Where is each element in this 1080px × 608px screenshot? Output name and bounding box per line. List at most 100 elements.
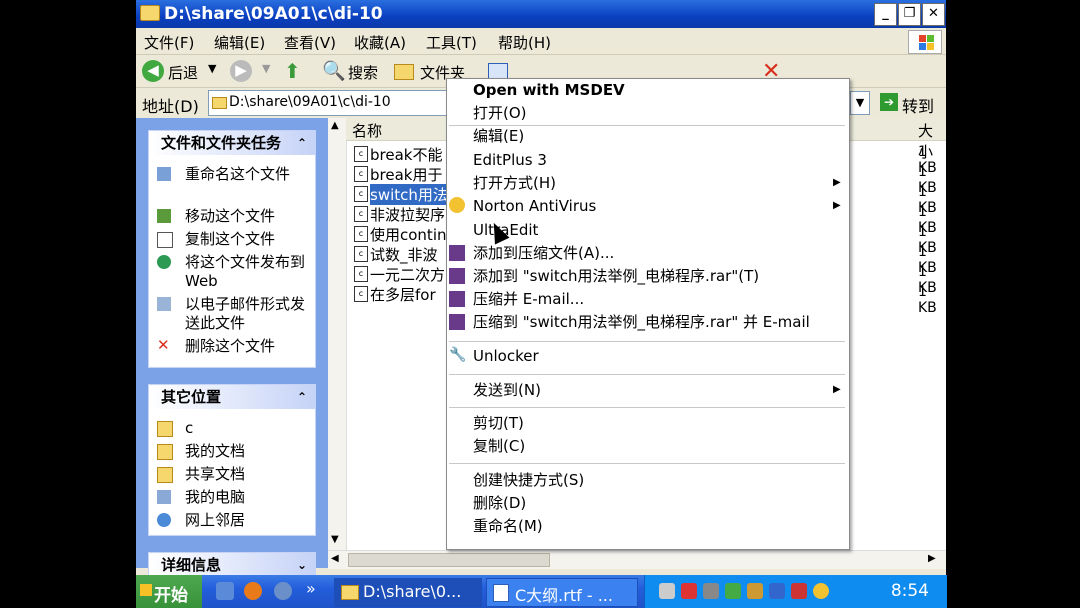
menu-editplus[interactable]: EditPlus 3 (473, 149, 547, 171)
name-column-header[interactable]: 名称 (352, 120, 382, 141)
clock[interactable]: 8:54 (891, 581, 929, 601)
volume-icon[interactable] (703, 583, 719, 599)
other-places-header[interactable]: 其它位置 ⌃ (149, 385, 315, 409)
menu-tools[interactable]: 工具(T) (426, 32, 477, 53)
up-folder-icon[interactable]: ⬆ (284, 59, 301, 83)
maximize-button[interactable]: ❐ (898, 3, 921, 26)
search-icon[interactable]: 🔍 (322, 59, 346, 82)
c-file-icon: c (354, 266, 368, 282)
folders-icon[interactable] (394, 64, 414, 80)
menu-edit[interactable]: 编辑(E) (473, 125, 524, 147)
menu-norton-antivirus[interactable]: Norton AntiVirus (473, 195, 842, 217)
scroll-right-icon[interactable]: ▶ (928, 553, 936, 564)
taskbar-explorer-label: D:\share\0... (363, 582, 462, 601)
scroll-thumb[interactable] (348, 553, 550, 567)
file-tasks-panel: 文件和文件夹任务 ⌃ 重命名这个文件 移动这个文件 复制这个文件 将这个文件发布到… (148, 130, 316, 368)
menu-separator (449, 463, 845, 464)
forward-dropdown-icon[interactable]: ▼ (262, 62, 270, 75)
window-title: D:\share\09A01\c\di-10 (164, 4, 383, 24)
back-icon[interactable]: ◀ (142, 60, 164, 82)
firefox-icon[interactable] (244, 582, 262, 600)
collapse-icon[interactable]: ⌃ (297, 131, 307, 155)
display-icon[interactable] (769, 583, 785, 599)
norton-tray-icon[interactable] (813, 583, 829, 599)
expand-icon[interactable]: ⌄ (297, 553, 307, 577)
back-button[interactable]: 后退 (168, 62, 198, 83)
menu-compress-to-rar-email[interactable]: 压缩到 "switch用法举例_电梯程序.rar" 并 E-mail (473, 311, 810, 333)
quicklaunch-icon[interactable] (216, 582, 234, 600)
start-button[interactable]: 开始 (136, 575, 202, 608)
address-value: D:\share\09A01\c\di-10 (229, 94, 391, 110)
taskbar-explorer[interactable]: D:\share\0... (334, 578, 482, 607)
menu-open-with-msdev[interactable]: Open with MSDEV (473, 79, 625, 101)
menu-add-to-archive[interactable]: 添加到压缩文件(A)... (473, 242, 614, 264)
menu-separator (449, 341, 845, 342)
menu-edit[interactable]: 编辑(E) (214, 32, 265, 53)
c-file-icon: c (354, 206, 368, 222)
taskbar-word[interactable]: C大纲.rtf - ... (486, 578, 638, 607)
scroll-left-icon[interactable]: ◀ (331, 553, 339, 564)
taskbar-word-label: C大纲.rtf - ... (515, 586, 613, 605)
other-places-panel: 其它位置 ⌃ c 我的文档 共享文档 我的电脑 网上邻居 (148, 384, 316, 536)
menu-file[interactable]: 文件(F) (144, 32, 194, 53)
vertical-scrollbar[interactable]: ▲ ▼ (328, 118, 347, 550)
menu-view[interactable]: 查看(V) (284, 32, 336, 53)
move-icon (157, 209, 171, 223)
menu-separator (449, 407, 845, 408)
menu-rename[interactable]: 重命名(M) (473, 515, 543, 537)
menu-bar: 文件(F) 编辑(E) 查看(V) 收藏(A) 工具(T) 帮助(H) (136, 28, 946, 55)
menu-open[interactable]: 打开(O) (473, 102, 527, 124)
unlocker-icon: 🔧 (449, 347, 467, 363)
network-icon[interactable] (681, 583, 697, 599)
go-icon[interactable]: ➔ (880, 93, 898, 111)
menu-separator (449, 374, 845, 375)
title-bar[interactable]: D:\share\09A01\c\di-10 _ ❐ ✕ (136, 0, 946, 28)
menu-create-shortcut[interactable]: 创建快捷方式(S) (473, 469, 584, 491)
media-player-icon[interactable] (274, 582, 292, 600)
search-button[interactable]: 搜索 (348, 62, 378, 83)
file-size: 1 KB (918, 284, 937, 316)
file-tasks-header[interactable]: 文件和文件夹任务 ⌃ (149, 131, 315, 155)
globe-icon (157, 255, 171, 269)
menu-copy[interactable]: 复制(C) (473, 435, 525, 457)
forward-icon[interactable]: ▶ (230, 60, 252, 82)
scroll-up-icon[interactable]: ▲ (331, 120, 339, 131)
tool-icon[interactable] (747, 583, 763, 599)
menu-add-to-rar[interactable]: 添加到 "switch用法举例_电梯程序.rar"(T) (473, 265, 759, 287)
antivirus-icon[interactable] (725, 583, 741, 599)
other-places-title: 其它位置 (161, 388, 222, 406)
menu-delete[interactable]: 删除(D) (473, 492, 526, 514)
scroll-down-icon[interactable]: ▼ (331, 534, 339, 545)
menu-send-to[interactable]: 发送到(N) (473, 379, 840, 401)
shield-icon[interactable] (791, 583, 807, 599)
computer-icon (157, 490, 171, 504)
folder-icon (140, 5, 160, 21)
copy-icon (157, 232, 173, 248)
system-tray: 8:54 (644, 575, 947, 608)
menu-help[interactable]: 帮助(H) (498, 32, 551, 53)
menu-favorites[interactable]: 收藏(A) (354, 32, 406, 53)
document-icon (493, 584, 509, 602)
folder-icon (341, 585, 359, 600)
menu-cut[interactable]: 剪切(T) (473, 412, 524, 434)
views-icon[interactable] (488, 63, 508, 79)
details-title: 详细信息 (161, 556, 222, 574)
task-pane: 文件和文件夹任务 ⌃ 重命名这个文件 移动这个文件 复制这个文件 将这个文件发布到… (136, 118, 328, 594)
back-dropdown-icon[interactable]: ▼ (208, 62, 216, 75)
address-dropdown-icon[interactable]: ▼ (850, 91, 870, 115)
minimize-button[interactable]: _ (874, 3, 897, 26)
horizontal-scrollbar[interactable]: ◀ ▶ (328, 550, 946, 569)
go-button[interactable]: 转到 (902, 93, 934, 117)
menu-compress-email[interactable]: 压缩并 E-mail... (473, 288, 584, 310)
menu-open-with[interactable]: 打开方式(H) (473, 172, 841, 194)
close-button[interactable]: ✕ (922, 3, 945, 26)
address-label: 地址(D) (142, 97, 199, 116)
windows-flag-icon (140, 584, 152, 596)
chevron-right-icon[interactable]: » (306, 579, 316, 598)
collapse-icon[interactable]: ⌃ (297, 385, 307, 409)
c-file-icon: c (354, 166, 368, 182)
keyboard-icon[interactable] (659, 583, 675, 599)
menu-unlocker[interactable]: Unlocker (473, 345, 539, 367)
details-header[interactable]: 详细信息 ⌄ (149, 553, 315, 577)
c-file-icon: c (354, 146, 368, 162)
